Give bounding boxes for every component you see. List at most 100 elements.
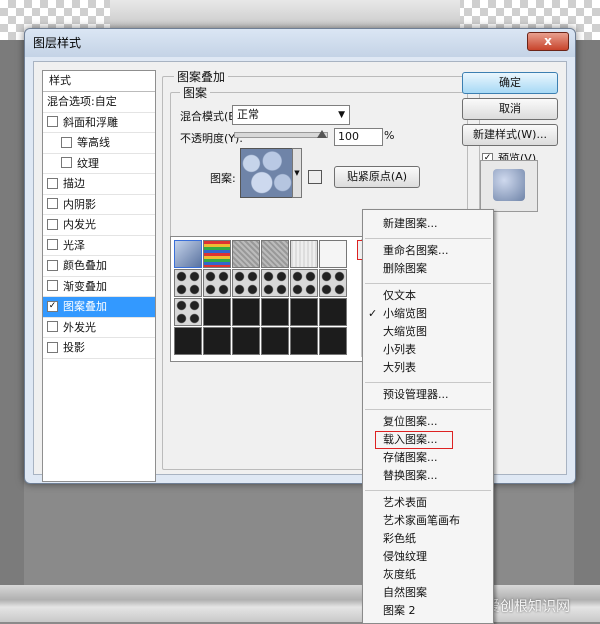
pattern-preview-thumb[interactable] [240,148,294,198]
pattern-swatch-rainbow[interactable] [203,240,231,268]
pattern-swatch-white[interactable] [319,240,347,268]
menu-large-thumbnail[interactable]: 大缩览图 [363,323,493,341]
style-item-checkbox[interactable] [47,321,58,332]
new-style-button[interactable]: 新建样式(W)... [462,124,558,146]
style-item-checkbox[interactable] [47,116,58,127]
style-item[interactable]: 等高线 [43,133,155,154]
style-item[interactable]: 外发光 [43,318,155,338]
style-item-checkbox[interactable] [47,218,58,230]
pattern-swatch-dots-4[interactable] [261,269,289,297]
blend-options-item[interactable]: 混合选项:自定 [43,92,155,113]
menu-color-paper[interactable]: 彩色纸 [363,530,493,548]
style-preview-swatch [493,169,525,201]
style-item[interactable]: 颜色叠加 [43,256,155,277]
style-item[interactable]: 渐变叠加 [43,277,155,297]
style-item-checkbox[interactable] [47,280,58,291]
pattern-swatch-dark-4[interactable] [290,298,318,326]
menu-separator [365,283,491,284]
style-item-checkbox[interactable] [47,259,58,271]
opacity-slider[interactable] [234,132,328,138]
pattern-swatch-dots-5[interactable] [290,269,318,297]
style-item-checkbox[interactable] [61,136,72,148]
menu-preset-manager[interactable]: 预设管理器... [363,386,493,404]
style-item-checkbox[interactable]: ✓ [47,300,58,312]
style-item[interactable]: 纹理 [43,154,155,174]
pattern-picker [170,236,384,362]
opacity-input[interactable]: 100 [334,128,383,146]
styles-header[interactable]: 样式 [43,71,155,92]
pattern-swatch-dark-2[interactable] [232,298,260,326]
pattern-swatch-dots-6[interactable] [319,269,347,297]
opacity-percent: % [384,129,395,142]
menu-new-pattern[interactable]: 新建图案... [363,215,493,233]
pattern-swatch-bubbles[interactable] [174,240,202,268]
menu-small-list[interactable]: 小列表 [363,341,493,359]
menu-gray-paper[interactable]: 灰度纸 [363,566,493,584]
style-item[interactable]: 斜面和浮雕 [43,113,155,133]
menu-separator [365,382,491,383]
pattern-swatch-dark-5[interactable] [319,298,347,326]
pattern-swatch-dark-10[interactable] [290,327,318,355]
watermark: 爱创根知识网 [486,599,570,615]
pattern-swatch-dark-8[interactable] [232,327,260,355]
pattern-swatch-dark-11[interactable] [319,327,347,355]
style-item-label: 外发光 [63,320,96,334]
pattern-dropdown-toggle[interactable]: ▼ [292,148,302,198]
pattern-label: 图案: [210,172,236,185]
style-item[interactable]: 内阴影 [43,195,155,215]
pattern-swatch-dark-1[interactable] [203,298,231,326]
style-item[interactable]: 投影 [43,338,155,359]
dialog-titlebar[interactable]: 图层样式 [25,29,575,57]
style-item[interactable]: 光泽 [43,236,155,256]
snap-origin-button[interactable]: 贴紧原点(A) [334,166,420,188]
style-item-checkbox[interactable] [47,341,58,353]
menu-rename-pattern[interactable]: 重命名图案... [363,242,493,260]
canvas-gray-right [574,40,600,585]
style-item[interactable]: ✓ 图案叠加 [43,297,155,318]
style-item-label: 光泽 [63,238,85,252]
pattern-subgroup-title: 图案 [180,84,211,101]
dialog-title: 图层样式 [33,36,82,50]
menu-art-surface[interactable]: 艺术表面 [363,494,493,512]
pattern-swatch-light[interactable] [290,240,318,268]
menu-small-thumbnail[interactable]: ✓ 小缩览图 [363,305,493,323]
canvas-gray-left [0,40,24,585]
styles-list: 样式 混合选项:自定 斜面和浮雕 等高线 纹理 描边 内阴影 内发光 光泽 颜色叠加 渐变叠加 ✓… [42,70,156,482]
menu-delete-pattern[interactable]: 删除图案 [363,260,493,278]
pattern-swatch-dark-9[interactable] [261,327,289,355]
new-preset-icon[interactable] [308,170,322,184]
menu-reset-patterns[interactable]: 复位图案... [363,413,493,431]
pattern-swatch-dots-3[interactable] [232,269,260,297]
menu-large-list[interactable]: 大列表 [363,359,493,377]
style-item-checkbox[interactable] [61,157,72,168]
opacity-slider-thumb[interactable] [317,130,327,138]
style-item-checkbox[interactable] [47,239,58,250]
style-item[interactable]: 内发光 [43,215,155,236]
style-item-checkbox[interactable] [47,177,58,189]
menu-nature-patterns[interactable]: 自然图案 [363,584,493,602]
ok-button[interactable]: 确定 [462,72,558,94]
pattern-swatch-dots-2[interactable] [203,269,231,297]
menu-save-patterns[interactable]: 存储图案... [363,449,493,467]
style-preview [480,160,538,212]
pattern-swatch-dots-1[interactable] [174,269,202,297]
pattern-swatch-gray[interactable] [261,240,289,268]
cancel-button[interactable]: 取消 [462,98,558,120]
pattern-swatch-noise[interactable] [232,240,260,268]
menu-text-only[interactable]: 仅文本 [363,287,493,305]
menu-replace-patterns[interactable]: 替换图案... [363,467,493,485]
pattern-swatch-dark-6[interactable] [174,327,202,355]
pattern-swatch-dots-7[interactable] [174,298,202,326]
blend-mode-select[interactable]: 正常 ▼ [232,105,350,125]
style-item[interactable]: 描边 [43,174,155,195]
menu-art-brush-canvas[interactable]: 艺术家画笔画布 [363,512,493,530]
pattern-swatch-dark-3[interactable] [261,298,289,326]
style-item-label: 内阴影 [63,197,96,211]
style-item-checkbox[interactable] [47,198,58,209]
menu-erosion-texture[interactable]: 侵蚀纹理 [363,548,493,566]
chevron-down-icon: ▼ [338,110,345,120]
close-button[interactable]: x [527,32,569,51]
pattern-swatch-dark-7[interactable] [203,327,231,355]
menu-patterns-2[interactable]: 图案 2 [363,602,493,620]
style-item-label: 等高线 [77,136,110,149]
